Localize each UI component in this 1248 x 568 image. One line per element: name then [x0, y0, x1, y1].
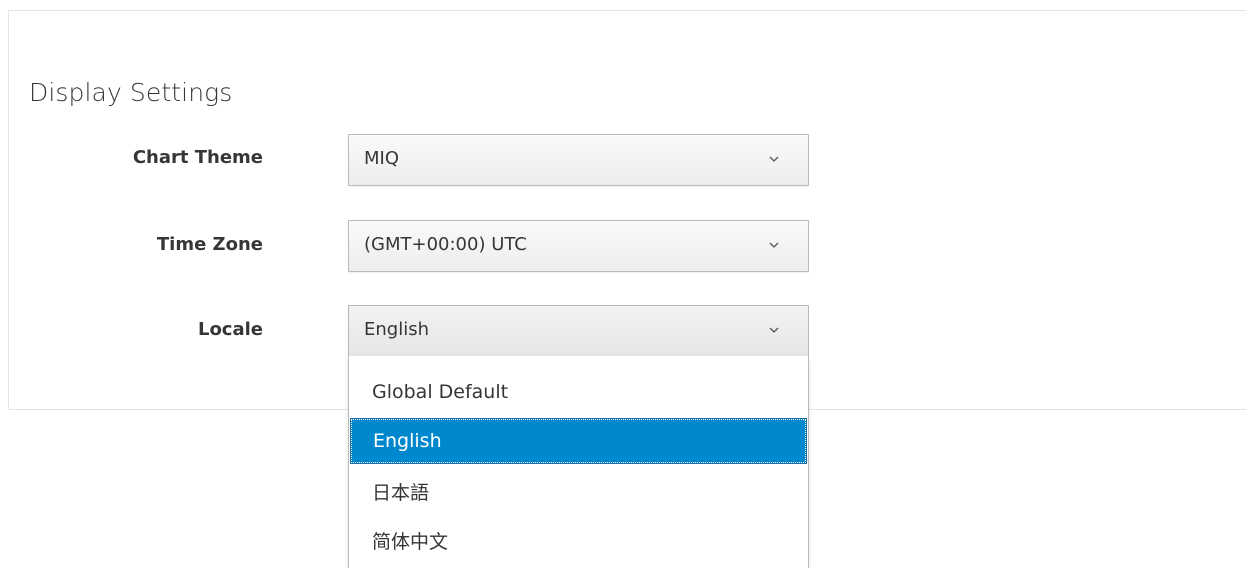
chevron-down-icon	[769, 242, 779, 248]
locale-value: English	[364, 319, 429, 340]
chevron-down-icon	[769, 156, 779, 162]
chevron-down-icon	[769, 327, 779, 333]
locale-option-english[interactable]: English	[350, 418, 807, 464]
section-title: Display Settings	[29, 78, 233, 107]
chart-theme-label: Chart Theme	[132, 147, 263, 168]
time-zone-label: Time Zone	[156, 234, 263, 255]
chart-theme-value: MIQ	[364, 148, 400, 169]
time-zone-value: (GMT+00:00) UTC	[364, 234, 527, 255]
locale-select[interactable]: English	[348, 305, 809, 357]
locale-option-japanese[interactable]: 日本語	[350, 470, 807, 516]
time-zone-select[interactable]: (GMT+00:00) UTC	[348, 220, 809, 272]
locale-dropdown-list: Global Default English 日本語 简体中文	[348, 356, 809, 568]
locale-option-simplified-chinese[interactable]: 简体中文	[350, 519, 807, 565]
locale-label: Locale	[197, 319, 263, 340]
chart-theme-select[interactable]: MIQ	[348, 134, 809, 186]
locale-option-global-default[interactable]: Global Default	[350, 369, 807, 415]
